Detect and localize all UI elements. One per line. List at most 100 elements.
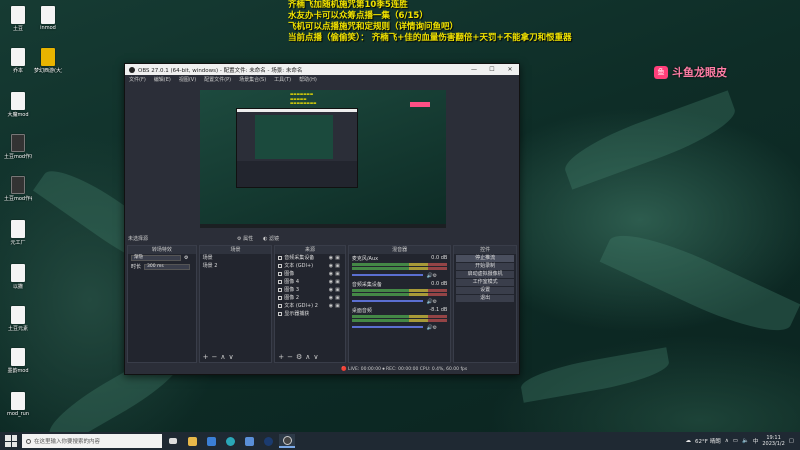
store-icon[interactable] bbox=[241, 434, 257, 448]
maximize-button[interactable]: ☐ bbox=[483, 66, 501, 73]
text-source-icon bbox=[278, 264, 283, 268]
edge-browser-icon[interactable] bbox=[222, 434, 238, 448]
eye-lock-icon[interactable]: ◉▣ bbox=[329, 262, 342, 270]
eye-lock-icon[interactable]: ◉▣ bbox=[329, 294, 342, 302]
network-icon[interactable]: ▭ bbox=[733, 438, 738, 444]
source-item[interactable]: 音频采集设备 ◉▣ bbox=[275, 254, 345, 262]
filters-button[interactable]: ◐ 滤镜 bbox=[263, 235, 279, 242]
menu-view[interactable]: 视图(V) bbox=[179, 76, 196, 83]
volume-icon[interactable]: 🔈 bbox=[742, 438, 749, 444]
transition-type-select[interactable]: 渐隐 bbox=[131, 255, 181, 261]
minimize-button[interactable]: — bbox=[465, 66, 483, 73]
duration-input[interactable]: 300 ms bbox=[144, 263, 191, 270]
source-item[interactable]: 图像 3 ◉▣ bbox=[275, 286, 345, 294]
source-item[interactable]: 图像 2 ◉▣ bbox=[275, 294, 345, 302]
palm-leaf-decoration bbox=[599, 219, 800, 347]
source-item[interactable]: 文本 (GDI+) ◉▣ bbox=[275, 262, 345, 270]
desktop-icon-damo-mod[interactable]: 大魔mod bbox=[4, 92, 32, 118]
obs-window[interactable]: OBS 27.0.1 (64-bit, windows) - 配置文件: 未命名… bbox=[124, 63, 520, 375]
speaker-icon[interactable]: 🔊⚙ bbox=[426, 299, 437, 305]
windows-start-icon[interactable] bbox=[5, 435, 17, 447]
file-icon bbox=[11, 92, 25, 110]
file-icon bbox=[11, 392, 25, 410]
volume-slider[interactable] bbox=[351, 326, 424, 328]
desktop-icon-tudou[interactable]: 土豆 bbox=[4, 6, 32, 32]
file-explorer-icon[interactable] bbox=[184, 434, 200, 448]
menu-profile[interactable]: 配置文件(P) bbox=[204, 76, 231, 83]
palm-leaf-decoration bbox=[518, 347, 672, 403]
volume-meter bbox=[351, 267, 448, 270]
source-toolbar[interactable]: +−⚙∧∨ bbox=[278, 353, 321, 361]
douyu-brand-watermark: 鱼 斗鱼龙眼皮 bbox=[654, 64, 727, 80]
audio-mixer-dock: 混音器 麦克风/Aux 0.0 dB 🔊⚙ 音频采集设备 0.0 dB 🔊⚙ 桌面音… bbox=[347, 245, 452, 363]
desktop-icon-moyun-mod[interactable]: 墨韵mod bbox=[4, 348, 32, 374]
desktop-icon-isaac[interactable]: 以撒 bbox=[4, 264, 32, 290]
menu-tools[interactable]: 工具(T) bbox=[274, 76, 291, 83]
eye-lock-icon[interactable]: ◉▣ bbox=[329, 278, 342, 286]
properties-button[interactable]: ⚙ 属性 bbox=[237, 235, 253, 242]
volume-slider[interactable] bbox=[351, 300, 424, 302]
window-titlebar[interactable]: OBS 27.0.1 (64-bit, windows) - 配置文件: 未命名… bbox=[125, 64, 519, 75]
exit-button[interactable]: 退出 bbox=[456, 295, 514, 302]
scene-item[interactable]: 场景 2 bbox=[200, 262, 272, 270]
dock-title: 转场特效 bbox=[128, 246, 196, 254]
desktop-icon-inmod[interactable]: inmod bbox=[34, 6, 62, 31]
mail-icon[interactable] bbox=[203, 434, 219, 448]
settings-button[interactable]: 设置 bbox=[456, 287, 514, 294]
steam-icon[interactable] bbox=[260, 434, 276, 448]
desktop-icon-tudou-mod-version[interactable]: 土豆mod作者版本 bbox=[4, 176, 32, 202]
source-item[interactable]: 文本 (GDI+) 2 ◉▣ bbox=[275, 302, 345, 310]
source-item[interactable]: 显示器捕获 bbox=[275, 310, 345, 318]
close-button[interactable]: ✕ bbox=[501, 66, 519, 73]
source-item[interactable]: 图像 ◉▣ bbox=[275, 270, 345, 278]
virtual-camera-button[interactable]: 启动虚拟摄像机 bbox=[456, 271, 514, 278]
scene-item[interactable]: 场景 bbox=[200, 254, 272, 262]
search-icon bbox=[26, 438, 31, 444]
desktop-icon-game[interactable]: 梦幻西游(大)DAVE T... bbox=[34, 48, 62, 74]
tray-chevron-icon[interactable]: ∧ bbox=[725, 438, 729, 444]
desktop-icon-tudou-mod-author[interactable]: 土豆mod作家版本 bbox=[4, 134, 32, 160]
start-recording-button[interactable]: 开始录制 bbox=[456, 263, 514, 270]
ime-icon[interactable]: 中 bbox=[753, 437, 759, 445]
file-icon bbox=[11, 6, 25, 24]
file-icon bbox=[11, 306, 25, 324]
speaker-icon[interactable]: 🔊⚙ bbox=[426, 325, 437, 331]
studio-mode-button[interactable]: 工作室模式 bbox=[456, 279, 514, 286]
source-item[interactable]: 图像 4 ◉▣ bbox=[275, 278, 345, 286]
scene-toolbar[interactable]: +−∧∨ bbox=[203, 353, 237, 361]
weather-icon[interactable]: ☁ bbox=[686, 438, 692, 444]
file-icon bbox=[11, 264, 25, 282]
audio-source-icon bbox=[278, 256, 283, 260]
file-icon bbox=[11, 220, 25, 238]
speaker-icon[interactable]: 🔊⚙ bbox=[426, 273, 437, 279]
weather-text[interactable]: 62°F 晴朗 bbox=[695, 437, 721, 445]
desktop-icon-qiaoben[interactable]: 乔本 bbox=[4, 48, 32, 74]
eye-lock-icon[interactable]: ◉▣ bbox=[329, 270, 342, 278]
mixer-channel: 麦克风/Aux 0.0 dB 🔊⚙ bbox=[351, 255, 448, 279]
text-source-icon bbox=[278, 304, 283, 308]
taskbar-search-box[interactable]: 在这里输入你要搜索的内容 bbox=[22, 434, 162, 448]
eye-lock-icon[interactable]: ◉▣ bbox=[329, 286, 342, 294]
desktop-icon-mod-run[interactable]: mod_run bbox=[4, 392, 32, 417]
image-source-icon bbox=[278, 280, 283, 284]
obs-taskbar-icon[interactable] bbox=[279, 434, 295, 448]
preview-nested-window bbox=[236, 108, 358, 188]
volume-slider[interactable] bbox=[351, 274, 424, 276]
desktop-icon-tudou-element[interactable]: 土豆元素 bbox=[4, 306, 32, 332]
taskbar-clock[interactable]: 19:11 2023/1/2 bbox=[762, 435, 784, 447]
menu-edit[interactable]: 编辑(E) bbox=[154, 76, 171, 83]
preview-canvas[interactable]: ▬▬▬▬▬▬▬ ▬▬▬▬▬ ▬▬▬▬▬▬▬▬ bbox=[200, 90, 446, 228]
notification-icon[interactable]: ▢ bbox=[789, 438, 794, 444]
eye-lock-icon[interactable]: ◉▣ bbox=[329, 254, 342, 262]
menu-scene-collection[interactable]: 场景集合(S) bbox=[239, 76, 266, 83]
menu-help[interactable]: 帮助(H) bbox=[299, 76, 317, 83]
menu-file[interactable]: 文件(F) bbox=[129, 76, 146, 83]
desktop-icon-factory[interactable]: 元工厂 bbox=[4, 220, 32, 246]
overlay-line: 当前点播（偷偷笑）： 齐楠飞+佳的血量伤害翻倍+天罚+不能拿刀和恨重器 bbox=[288, 33, 572, 43]
windows-taskbar: 在这里输入你要搜索的内容 ☁ 62°F 晴朗 ∧ ▭ 🔈 中 19:11 202… bbox=[0, 432, 800, 450]
task-view-icon[interactable] bbox=[165, 434, 181, 448]
stop-streaming-button[interactable]: 停止推流 bbox=[456, 255, 514, 262]
overlay-line: 水友办卡可以众筹点播一集（6/15） bbox=[288, 11, 428, 21]
gear-icon[interactable]: ⚙ bbox=[184, 255, 188, 261]
eye-lock-icon[interactable]: ◉▣ bbox=[329, 302, 342, 310]
